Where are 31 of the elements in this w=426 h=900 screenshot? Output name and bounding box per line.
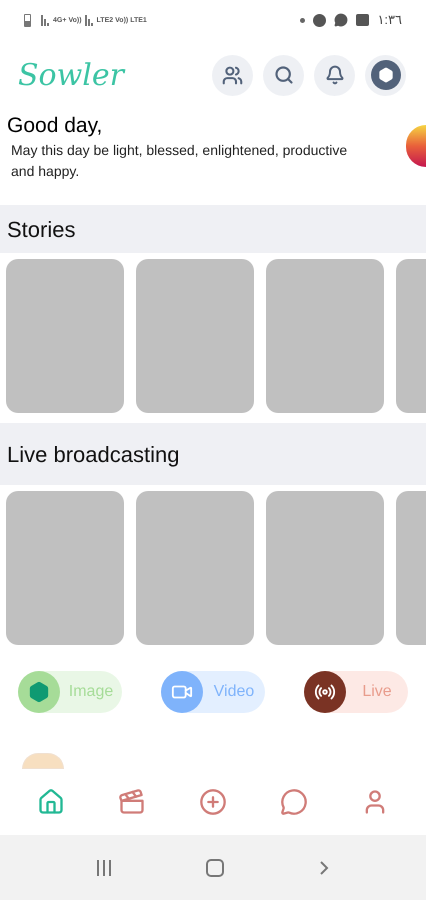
search-icon	[274, 65, 294, 85]
greeting-message: May this day be light, blessed, enlightened, productive and happy.	[10, 141, 348, 181]
greeting-title: Good day,	[7, 113, 104, 139]
notifications-button[interactable]	[314, 54, 355, 96]
image-post-button[interactable]: Image	[18, 671, 122, 713]
people-icon	[222, 64, 243, 86]
app-logo: Sowler	[18, 56, 124, 94]
battery-icon	[24, 14, 31, 26]
bell-icon	[324, 65, 344, 85]
avatar	[22, 753, 64, 769]
signal-icon	[41, 14, 50, 26]
sun-logo	[406, 125, 426, 167]
recent-apps-icon[interactable]	[97, 860, 112, 876]
chevron-right-icon[interactable]	[318, 860, 329, 876]
clock-time: ١:٣٦	[377, 11, 402, 30]
hexagon-icon	[28, 681, 50, 703]
friends-button[interactable]	[212, 54, 253, 96]
video-post-button[interactable]: Video	[161, 671, 265, 713]
hexagon-icon	[378, 67, 394, 83]
settings-button[interactable]	[365, 54, 406, 96]
signal-icon	[84, 14, 94, 26]
home-icon	[36, 788, 65, 816]
search-button[interactable]	[263, 54, 304, 96]
live-post-button[interactable]: Live	[304, 671, 408, 713]
clapperboard-icon	[118, 788, 146, 816]
section-title: Live broadcasting	[7, 440, 180, 469]
message-icon	[334, 13, 348, 27]
home-nav-icon[interactable]	[206, 858, 224, 876]
section-title: Stories	[7, 216, 76, 244]
chat-icon	[280, 788, 308, 816]
plus-circle-icon	[198, 788, 227, 816]
